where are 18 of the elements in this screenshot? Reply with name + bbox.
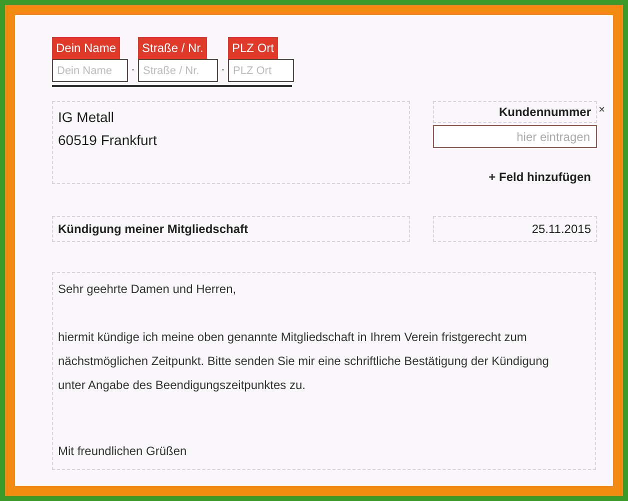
field-label: Dein Name	[52, 37, 120, 59]
address-line: IG Metall	[58, 108, 116, 127]
date-field: 25.11.2015	[433, 216, 597, 242]
customer-number-field[interactable]: hier eintragen	[433, 125, 597, 148]
closing-text: Mit freundlichen Grüßen	[58, 443, 188, 460]
input-field[interactable]: Dein Name	[52, 59, 128, 82]
field-label: Straße / Nr.	[138, 37, 208, 59]
input-field[interactable]: PLZ Ort	[228, 59, 294, 82]
address-line: 60519 Frankfurt	[58, 131, 158, 150]
separator-dot: ·	[131, 62, 135, 78]
field-label: PLZ Ort	[228, 37, 278, 59]
customer-number-label: Kundennummer	[433, 101, 597, 123]
input-field[interactable]: Straße / Nr.	[138, 59, 218, 82]
close-button[interactable]: ×	[598, 104, 605, 116]
greeting-text: Sehr geehrte Damen und Herren,	[58, 281, 238, 298]
add-field-link[interactable]: + Feld hinzufügen	[488, 170, 591, 184]
separator-dot: ·	[221, 62, 225, 78]
body-paragraph: hiermit kündige ich meine oben genannte Mitgliedschaft in Ihrem Verein fristgerecht zum nächstmöglichen Zeitpunkt. Bitte senden Sie mir eine schriftliche Bestätigung der Kündigung unter Angabe des Beendigungszeitpunktes zu.	[58, 329, 550, 394]
